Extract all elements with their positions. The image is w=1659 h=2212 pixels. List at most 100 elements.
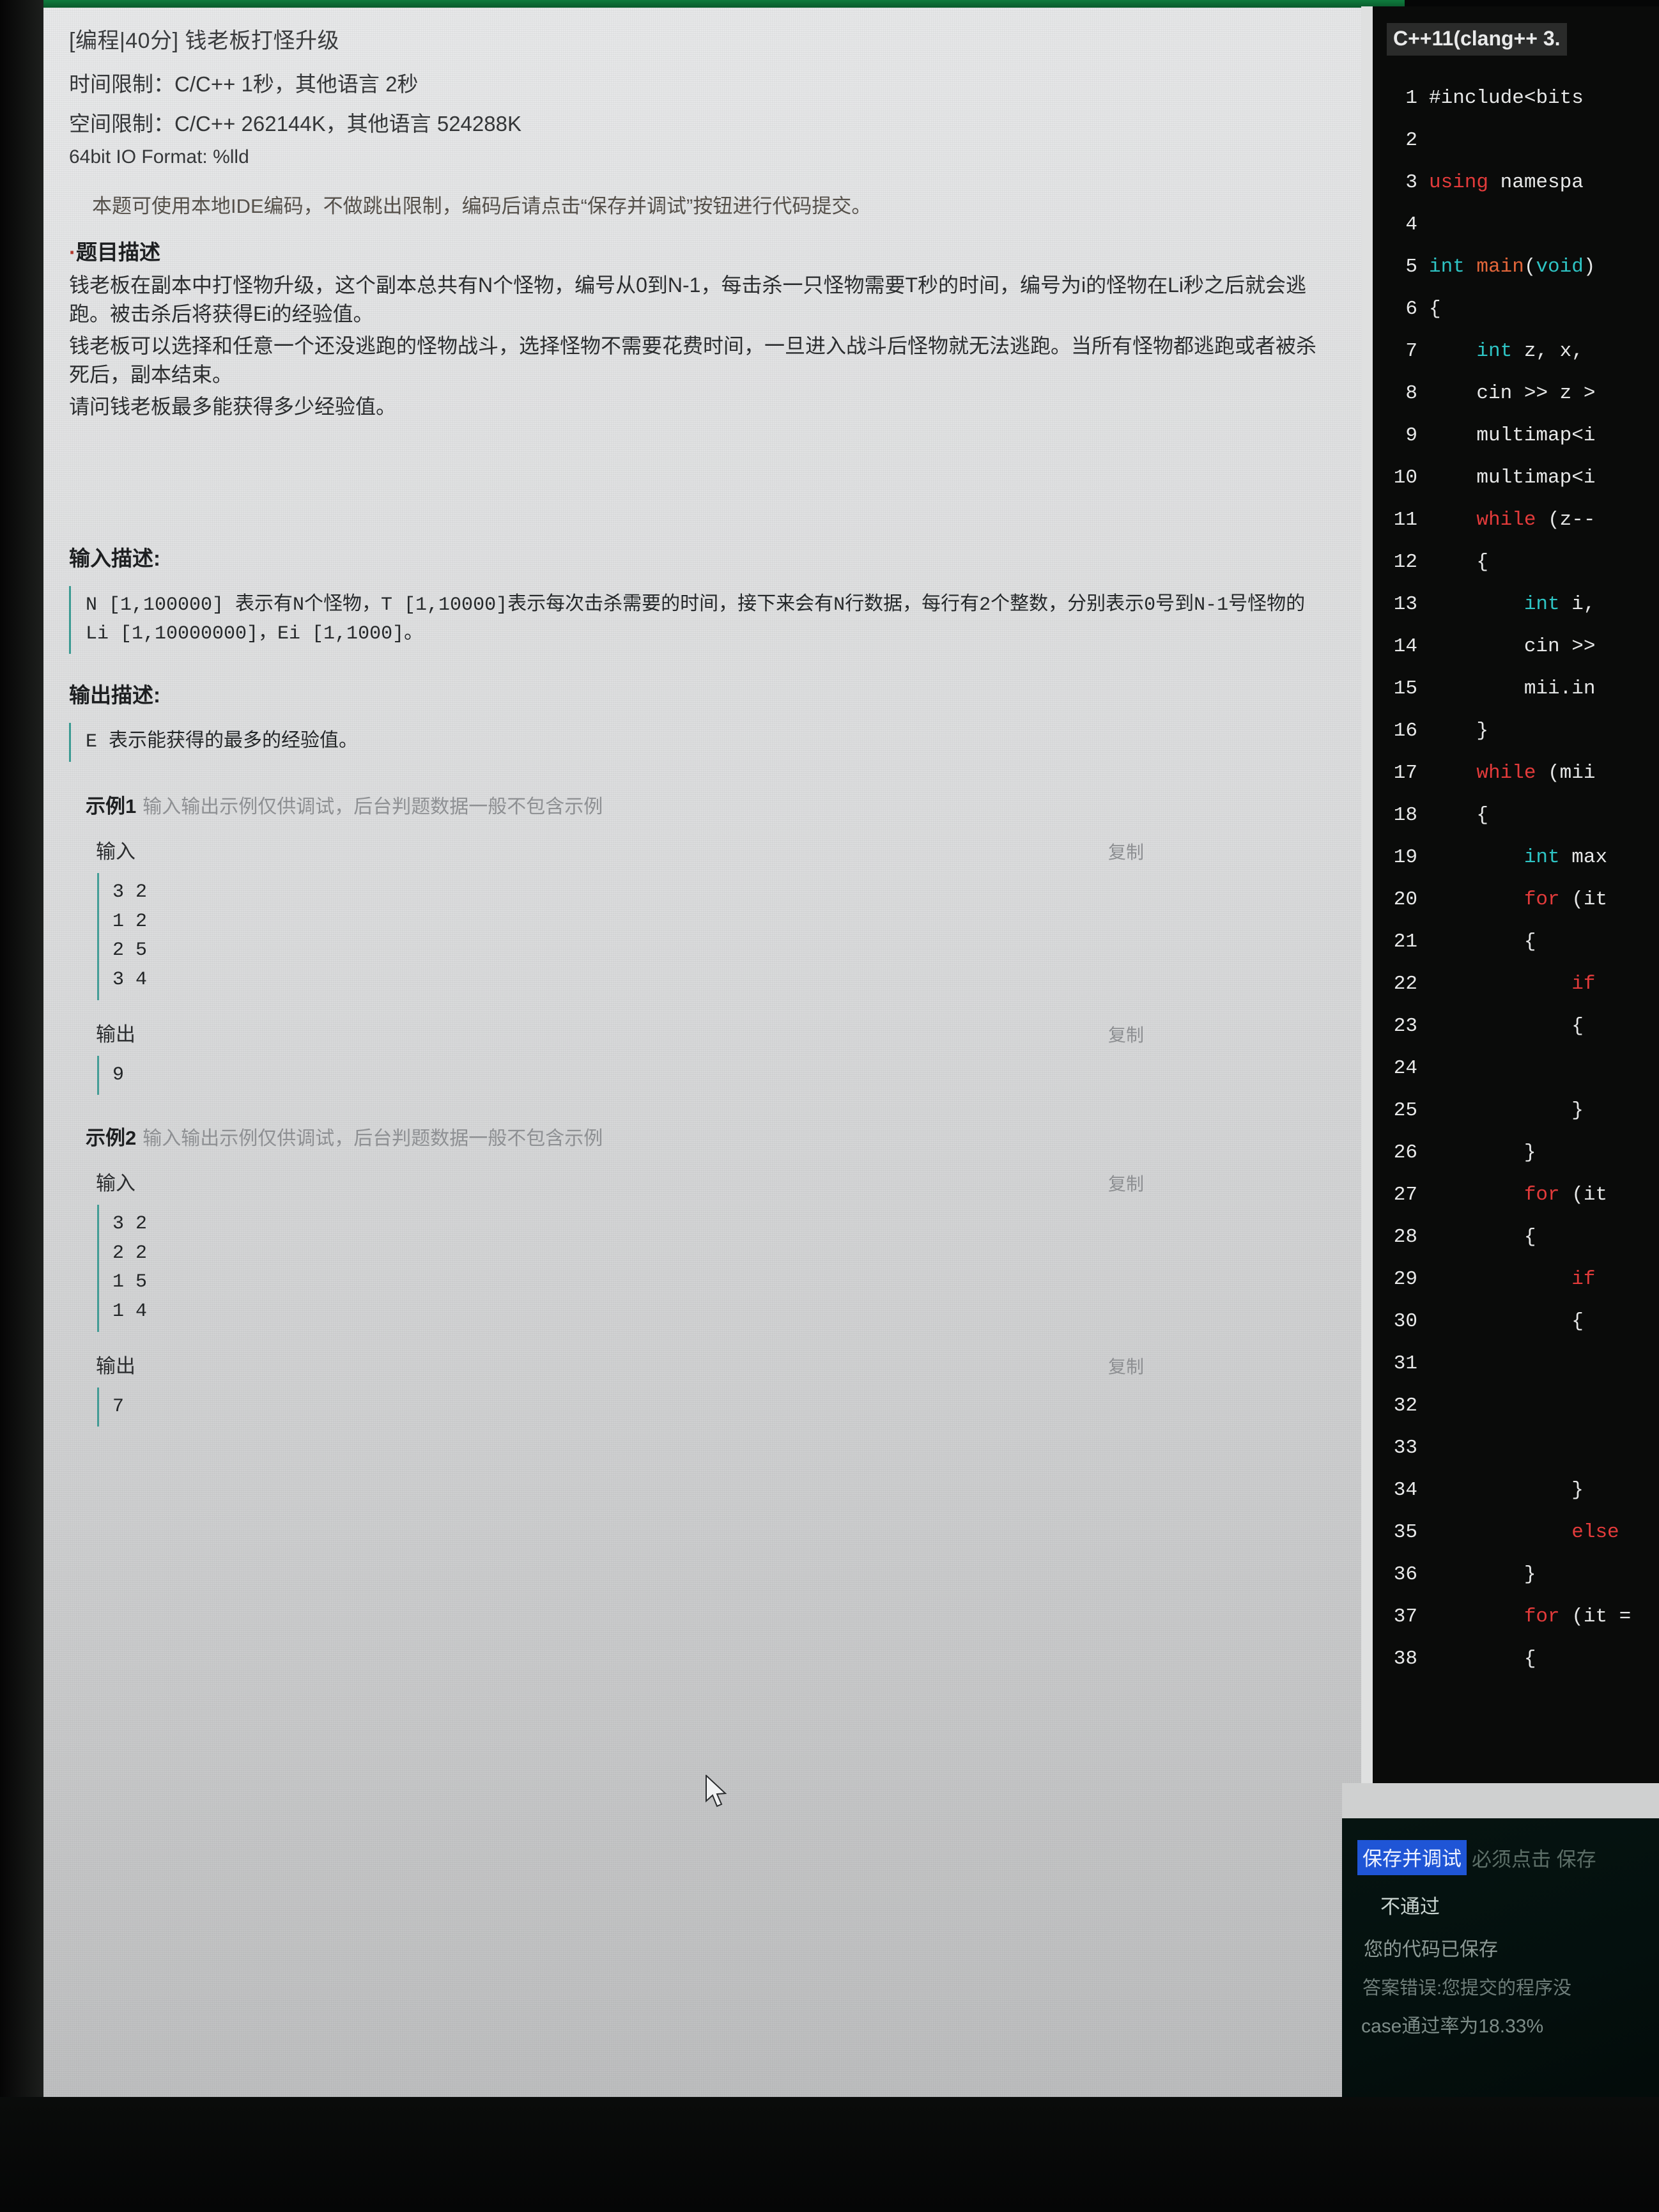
example-1-output-data: 9 [97,1055,1336,1097]
code-line[interactable]: 21 { [1373,920,1659,963]
code-line[interactable]: 29 if [1373,1258,1659,1300]
code-line[interactable]: 8 cin >> z > [1373,372,1659,414]
code-line[interactable]: 1 #include<bits [1373,77,1659,119]
code-line[interactable]: 27 for (it [1373,1173,1659,1216]
code-line[interactable]: 3 using namespa [1373,161,1659,203]
code-text: int max [1524,846,1608,869]
code-lines-container[interactable]: 1 #include<bits 2 3 using namespa 4 5 int main(… [1373,77,1659,1680]
desktop-sliver [1342,1783,1659,1820]
line-number: 15 [1393,677,1417,700]
example-2-output-row: 输出 复制 [69,1333,1336,1379]
example-2-input-line: 2 2 [112,1242,148,1264]
line-number: 36 [1393,1563,1417,1586]
code-line[interactable]: 9 multimap<i [1373,414,1659,456]
line-number: 8 [1405,382,1417,405]
code-line[interactable]: 31 [1373,1342,1659,1384]
code-line[interactable]: 2 [1373,119,1659,161]
code-text: else [1571,1520,1619,1543]
code-text: } [1524,1563,1536,1586]
code-text: while (mii [1476,761,1596,784]
code-line[interactable]: 25 } [1373,1089,1659,1131]
line-number: 29 [1393,1267,1417,1290]
line-number: 17 [1393,761,1417,784]
description-paragraph: 钱老板在副本中打怪物升级，这个副本总共有N个怪物，编号从0到N-1，每击杀一只怪… [69,274,1307,326]
description-heading-label: 题目描述 [76,240,160,264]
code-line[interactable]: 26 } [1373,1131,1659,1173]
code-text: #include<bits [1429,86,1584,109]
save-debug-row: 保存并调试 必须点击 保存 [1357,1840,1659,1875]
code-text: { [1524,1647,1536,1670]
code-line[interactable]: 15 mii.in [1373,667,1659,709]
code-line[interactable]: 22 if [1373,963,1659,1005]
code-line[interactable]: 18 { [1373,794,1659,836]
code-line[interactable]: 33 [1373,1427,1659,1469]
code-text: mii.in [1524,677,1596,700]
io-format-text: 64bit IO Format: %lld [69,146,249,167]
code-line[interactable]: 35 else [1373,1511,1659,1553]
problem-statement-panel: [编程|40分] 钱老板打怪升级 时间限制：C/C++ 1秒，其他语言 2秒 空… [43,8,1361,2110]
example-1-output-row: 输出 复制 [69,1002,1336,1047]
example-1-output-line: 9 [112,1063,125,1086]
code-line[interactable]: 36 } [1373,1553,1659,1595]
line-number: 16 [1393,719,1417,742]
save-and-debug-button[interactable]: 保存并调试 [1357,1840,1467,1875]
line-number: 27 [1393,1183,1417,1206]
mouse-cursor-icon [706,1775,727,1807]
code-text: multimap<i [1476,466,1596,489]
code-line[interactable]: 20 for (it [1373,878,1659,920]
example-1-input-copy-button[interactable]: 复制 [1108,839,1336,864]
line-number: 5 [1405,255,1417,278]
description-body: 钱老板在副本中打怪物升级，这个副本总共有N个怪物，编号从0到N-1，每击杀一只怪… [69,271,1336,421]
code-text: } [1571,1099,1584,1122]
example-2-input-row: 输入 复制 [69,1150,1336,1196]
code-text: cin >> z > [1476,382,1596,405]
line-number: 7 [1405,339,1417,362]
code-text: while (z-- [1476,508,1596,531]
code-line[interactable]: 5 int main(void) [1373,245,1659,288]
code-line[interactable]: 12 { [1373,541,1659,583]
example-2-input-label: 输入 [96,1172,135,1195]
line-number: 10 [1393,466,1417,489]
error-message: 答案错误:您提交的程序没 [1362,1978,1572,1999]
code-line[interactable]: 23 { [1373,1005,1659,1047]
code-line[interactable]: 28 { [1373,1216,1659,1258]
code-text: for (it = [1524,1605,1632,1628]
case-pass-rate: case通过率为18.33% [1361,2016,1544,2037]
local-ide-notice: 本题可使用本地IDE编码，不做跳出限制，编码后请点击“保存并调试”按钮进行代码提… [92,195,872,217]
code-line[interactable]: 7 int z, x, [1373,330,1659,372]
example-2-input-copy-button[interactable]: 复制 [1108,1170,1336,1196]
code-line[interactable]: 10 multimap<i [1373,456,1659,499]
code-line[interactable]: 4 [1373,203,1659,245]
code-line[interactable]: 32 [1373,1384,1659,1427]
example-2-output-copy-button[interactable]: 复制 [1108,1353,1336,1379]
monitor-bezel-bottom [0,2097,1659,2212]
code-line[interactable]: 16 } [1373,709,1659,752]
code-line[interactable]: 13 int i, [1373,583,1659,625]
code-line[interactable]: 14 cin >> [1373,625,1659,667]
code-line[interactable]: 6{ [1373,288,1659,330]
example-1-input-data: 3 2 1 2 2 5 3 4 [97,872,1336,1001]
code-line[interactable]: 17 while (mii [1373,752,1659,794]
language-selector-tab[interactable]: C++11(clang++ 3. [1387,23,1567,56]
example-1-input-line: 2 5 [112,940,148,962]
code-line[interactable]: 34 } [1373,1469,1659,1511]
line-number: 38 [1393,1647,1417,1670]
line-number: 34 [1393,1478,1417,1501]
code-text: int z, x, [1476,339,1584,362]
verdict-status: 不通过 [1380,1896,1440,1918]
code-line[interactable]: 24 [1373,1047,1659,1089]
code-line[interactable]: 11 while (z-- [1373,499,1659,541]
line-number: 31 [1393,1352,1417,1375]
example-1-output-copy-button[interactable]: 复制 [1108,1021,1336,1047]
line-number: 28 [1393,1225,1417,1248]
code-text: for (it [1524,888,1608,911]
code-line[interactable]: 38 { [1373,1637,1659,1680]
example-1-input-line: 1 2 [112,910,148,932]
code-editor-panel[interactable]: C++11(clang++ 3. 1 #include<bits 2 3 using n… [1361,6,1659,1821]
code-line[interactable]: 37 for (it = [1373,1595,1659,1637]
line-number: 4 [1405,213,1417,236]
example-1-input-row: 输入 复制 [69,819,1336,864]
line-number: 9 [1405,424,1417,447]
code-line[interactable]: 19 int max [1373,836,1659,878]
code-line[interactable]: 30 { [1373,1300,1659,1342]
